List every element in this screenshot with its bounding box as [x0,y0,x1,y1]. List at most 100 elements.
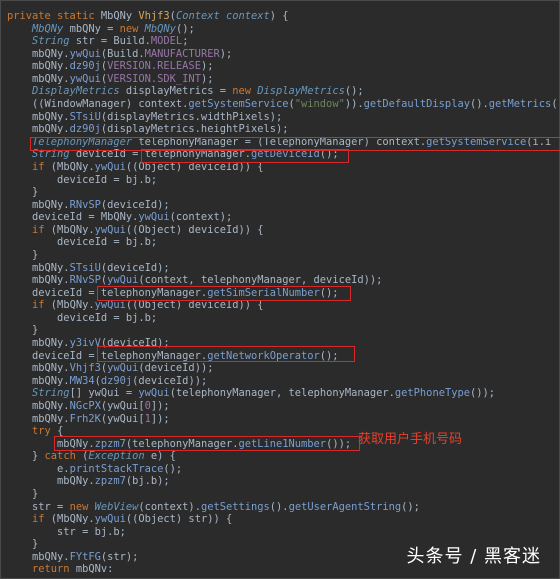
code-token: mbQNy. [7,198,70,211]
code-line: } [7,324,559,337]
code-line: deviceId = bj.b; [7,236,559,249]
code-token: (context, telephonyManager, deviceId)); [138,274,383,287]
code-token: getSystemService [188,98,289,111]
code-line: mbQNy.RNvSP(ywQui(context, telephonyMana… [7,274,559,287]
highlight-get-network-operator [97,346,355,362]
code-token: ]); [150,399,170,412]
code-token: } [7,248,39,261]
code-token: (MbQNy. [44,160,95,173]
code-token: new [232,85,258,98]
code-token: ywQui [69,47,101,60]
highlight-get-device-id [141,149,349,163]
code-token: printStackTrace [69,462,164,475]
code-line: DisplayMetrics displayMetrics = new Disp… [7,85,559,98]
code-token: ywQui [107,274,139,287]
code-token: new [69,500,95,513]
code-line: if (MbQNy.ywQui((Object) deviceId)) { [7,299,559,312]
code-line: e.printStackTrace(); [7,463,559,476]
code-token: (displayMetrics.widthPixels); [100,110,283,123]
watermark: 头条号 / 黑客迷 [406,546,541,567]
code-token: ); [219,47,233,60]
code-token: try [32,425,51,438]
code-token: ]); [150,412,170,425]
code-token: str = [7,500,70,513]
code-token: getPhoneType [394,387,470,400]
code-token: ; [182,35,189,48]
code-token: RNvSP [69,274,101,287]
code-line: } [7,186,559,199]
code-token: deviceId = bj.b; [7,236,158,249]
code-token: ( [551,98,558,111]
code-token: str = Build. [69,35,151,48]
code-token: MANUFACTURER [144,47,220,60]
code-token: mbQNy. [7,399,70,412]
code-line: mbQNy.ywQui(VERSION.SDK_INT); [7,73,559,86]
code-token: mbQNy = [63,22,120,35]
code-token: deviceId = MbQNy. [7,211,139,224]
code-token: new [119,22,145,35]
code-token: } [7,186,39,199]
code-token: ywQui [94,160,126,173]
code-token: if [32,160,45,173]
code-token: (deviceId); [100,261,170,274]
code-token: e. [7,462,70,475]
code-token: } [7,450,45,463]
code-token: } [7,538,39,551]
code-editor: private static MbQNy Vhjf3 (Context conte… [0,0,560,579]
code-token: MbQNy [100,10,139,22]
code-token: (); [401,500,420,513]
code-token: mbQNy. [7,362,70,375]
code-token: (deviceId); [100,198,170,211]
code-token: (MbQNy. [44,513,95,526]
code-token: ()); [469,387,496,400]
code-token: (str); [100,550,139,563]
code-token: ((Object) deviceId)) { [125,223,264,236]
code-token: mbQNy. [7,72,70,85]
code-line: String[] ywQui = ywQui(telephonyManager,… [7,387,559,400]
code-token: ywQui [138,211,170,224]
code-token: mbQNy. [7,274,70,287]
code-token: (); [175,22,195,35]
code-line: if (MbQNy.ywQui((Object) str)) { [7,513,559,526]
highlight-get-line1-number [54,436,360,451]
code-line: } [7,488,559,501]
highlight-get-sim-serial-number [97,286,351,301]
code-line: str = bj.b; [7,526,559,539]
code-token: DisplayMetrics [32,85,120,98]
code-token: (deviceId)); [138,362,214,375]
code-token: private static [7,10,101,22]
code-token: (); [163,462,183,475]
code-token: (displayMetrics.heightPixels); [100,123,289,136]
code-token: [] ywQui = [69,387,139,400]
code-token: str = bj.b; [7,525,126,538]
code-line: if (MbQNy.ywQui((Object) deviceId)) { [7,224,559,237]
code-token: ywQui [107,362,139,375]
code-token: ywQui [138,387,170,400]
code-token: (Build. [100,47,145,60]
code-token: zpzm7 [94,475,126,488]
code-token: Vhjf3 [138,10,170,22]
code-token: (MbQNy. [44,299,95,312]
code-token: getSettings [200,500,270,513]
code-token: (). [269,500,289,513]
code-token: mbQNy. [7,60,70,73]
code-line: deviceId = bj.b; [7,174,559,187]
code-token: if [32,513,45,526]
code-token: mbQNy. [7,47,70,60]
code-token: (); [344,85,364,98]
code-token: (ywQui[ [100,399,145,412]
code-token: ) { [269,10,289,22]
code-token: getDefaultDisplay [363,98,470,111]
code-line: mbQNy.ywQui(Build.MANUFACTURER); [7,48,559,61]
code-token: MODEL [150,35,183,48]
code-line: mbQNy.Frh2K(ywQui[1]); [7,413,559,426]
code-token: dz90j [69,60,101,73]
code-token: (bj.b); [125,475,170,488]
code-token: )). [344,98,364,111]
